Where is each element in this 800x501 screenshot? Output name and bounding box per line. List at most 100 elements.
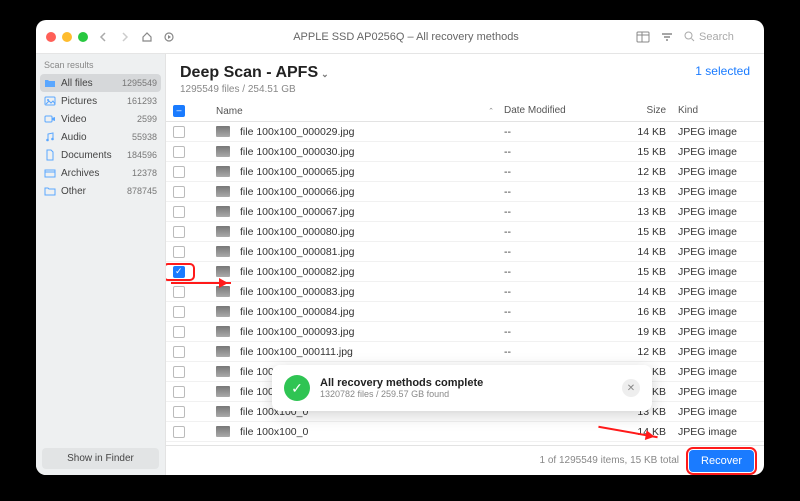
rescan-button[interactable] — [162, 30, 176, 44]
sidebar-item-pictures[interactable]: Pictures 161293 — [36, 92, 165, 110]
file-kind: JPEG image — [674, 346, 764, 358]
file-size: 16 KB — [604, 306, 674, 318]
file-date: -- — [504, 286, 604, 298]
close-window-button[interactable] — [46, 32, 56, 42]
column-size[interactable]: Size — [604, 105, 674, 117]
table-row[interactable]: file 100x100_000083.jpg -- 14 KB JPEG im… — [166, 282, 764, 302]
file-date: -- — [504, 226, 604, 238]
column-headers: – Name⌃ Date Modified Size Kind — [166, 101, 764, 122]
table-row[interactable]: file 100x100_000080.jpg -- 15 KB JPEG im… — [166, 222, 764, 242]
file-kind: JPEG image — [674, 186, 764, 198]
file-name: file 100x100_000111.jpg — [208, 346, 504, 358]
forward-button[interactable] — [118, 30, 132, 44]
row-checkbox[interactable] — [166, 286, 192, 298]
table-row[interactable]: file 100x100_000065.jpg -- 12 KB JPEG im… — [166, 162, 764, 182]
column-kind[interactable]: Kind — [674, 105, 764, 117]
row-checkbox[interactable] — [166, 306, 192, 318]
table-row[interactable]: file 100x100_000093.jpg -- 19 KB JPEG im… — [166, 322, 764, 342]
table-row[interactable]: file 100x100_000067.jpg -- 13 KB JPEG im… — [166, 202, 764, 222]
file-size: 12 KB — [604, 166, 674, 178]
sidebar-item-label: Pictures — [61, 96, 122, 107]
file-size: 15 KB — [604, 226, 674, 238]
search-icon — [684, 31, 695, 42]
toast-close-button[interactable]: ✕ — [622, 379, 640, 397]
row-checkbox[interactable] — [166, 206, 192, 218]
sidebar: Scan results All files 1295549 Pictures … — [36, 54, 166, 475]
show-in-finder-button[interactable]: Show in Finder — [42, 448, 159, 469]
file-kind: JPEG image — [674, 326, 764, 338]
row-checkbox[interactable] — [166, 386, 192, 398]
sort-caret-icon: ⌃ — [488, 107, 494, 115]
row-checkbox[interactable] — [166, 426, 192, 438]
toast-title: All recovery methods complete — [320, 377, 483, 389]
row-checkbox[interactable] — [166, 166, 192, 178]
row-checkbox[interactable] — [166, 226, 192, 238]
documents-icon — [44, 149, 56, 161]
row-checkbox[interactable] — [166, 246, 192, 258]
file-kind: JPEG image — [674, 386, 764, 398]
file-kind: JPEG image — [674, 126, 764, 138]
view-mode-button[interactable] — [636, 30, 650, 44]
sidebar-item-documents[interactable]: Documents 184596 — [36, 146, 165, 164]
row-checkbox[interactable] — [166, 126, 192, 138]
row-checkbox[interactable] — [166, 146, 192, 158]
home-button[interactable] — [140, 30, 154, 44]
file-size: 14 KB — [604, 286, 674, 298]
row-checkbox[interactable] — [166, 326, 192, 338]
table-row[interactable]: file 100x100_000081.jpg -- 14 KB JPEG im… — [166, 242, 764, 262]
column-date[interactable]: Date Modified — [504, 105, 604, 117]
table-row[interactable]: file 100x100_000111.jpg -- 12 KB JPEG im… — [166, 342, 764, 362]
search-field[interactable]: Search — [684, 31, 754, 43]
filter-button[interactable] — [660, 30, 674, 44]
recover-button[interactable]: Recover — [689, 450, 754, 472]
sidebar-item-video[interactable]: Video 2599 — [36, 110, 165, 128]
file-size: 14 KB — [604, 426, 674, 438]
toast-subtitle: 1320782 files / 259.57 GB found — [320, 389, 483, 399]
window-title: APPLE SSD AP0256Q – All recovery methods — [184, 31, 628, 43]
file-size: 14 KB — [604, 126, 674, 138]
file-thumb-icon — [216, 426, 230, 437]
folder-icon — [44, 77, 56, 89]
file-name: file 100x100_0 — [208, 426, 504, 438]
minimize-window-button[interactable] — [62, 32, 72, 42]
table-row[interactable]: file 100x100_000082.jpg -- 15 KB JPEG im… — [166, 262, 764, 282]
sidebar-item-all-files[interactable]: All files 1295549 — [40, 74, 161, 92]
pictures-icon — [44, 95, 56, 107]
file-thumb-icon — [216, 346, 230, 357]
row-checkbox[interactable] — [166, 406, 192, 418]
row-checkbox[interactable] — [166, 266, 192, 278]
fullscreen-window-button[interactable] — [78, 32, 88, 42]
table-row[interactable]: file 100x100_0 14 KB JPEG image — [166, 422, 764, 442]
file-thumb-icon — [216, 186, 230, 197]
window-controls — [46, 32, 88, 42]
sidebar-item-other[interactable]: Other 878745 — [36, 182, 165, 200]
sidebar-item-label: Audio — [61, 132, 127, 143]
file-size: 15 KB — [604, 146, 674, 158]
sidebar-item-count: 55938 — [132, 132, 157, 142]
column-name[interactable]: Name⌃ — [208, 105, 504, 117]
table-row[interactable]: file 100x100_000029.jpg -- 14 KB JPEG im… — [166, 122, 764, 142]
file-thumb-icon — [216, 126, 230, 137]
file-name: file 100x100_000030.jpg — [208, 146, 504, 158]
file-date: -- — [504, 126, 604, 138]
sidebar-item-archives[interactable]: Archives 12378 — [36, 164, 165, 182]
file-thumb-icon — [216, 266, 230, 277]
back-button[interactable] — [96, 30, 110, 44]
annotation-arrow-checkbox — [171, 282, 231, 284]
file-thumb-icon — [216, 146, 230, 157]
table-row[interactable]: file 100x100_000030.jpg -- 15 KB JPEG im… — [166, 142, 764, 162]
table-row[interactable]: file 100x100_000066.jpg -- 13 KB JPEG im… — [166, 182, 764, 202]
file-kind: JPEG image — [674, 266, 764, 278]
scan-title[interactable]: Deep Scan - APFS⌄ — [180, 64, 329, 82]
row-checkbox[interactable] — [166, 366, 192, 378]
file-kind: JPEG image — [674, 226, 764, 238]
sidebar-item-audio[interactable]: Audio 55938 — [36, 128, 165, 146]
row-checkbox[interactable] — [166, 346, 192, 358]
sidebar-item-label: Video — [61, 114, 132, 125]
table-row[interactable]: file 100x100_000084.jpg -- 16 KB JPEG im… — [166, 302, 764, 322]
file-name: file 100x100_000029.jpg — [208, 126, 504, 138]
file-kind: JPEG image — [674, 426, 764, 438]
select-all-checkbox[interactable]: – — [173, 105, 185, 117]
row-checkbox[interactable] — [166, 186, 192, 198]
file-kind: JPEG image — [674, 366, 764, 378]
